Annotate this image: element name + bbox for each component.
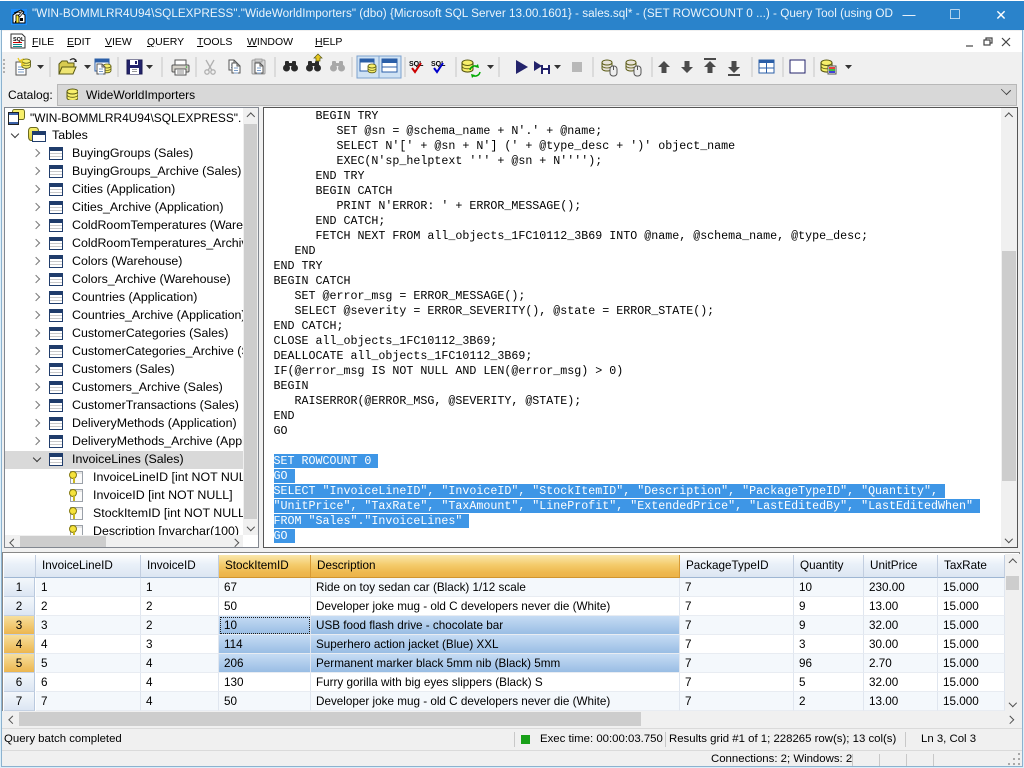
svg-text:SQL: SQL	[409, 61, 424, 68]
svg-text:SQL: SQL	[431, 61, 446, 68]
